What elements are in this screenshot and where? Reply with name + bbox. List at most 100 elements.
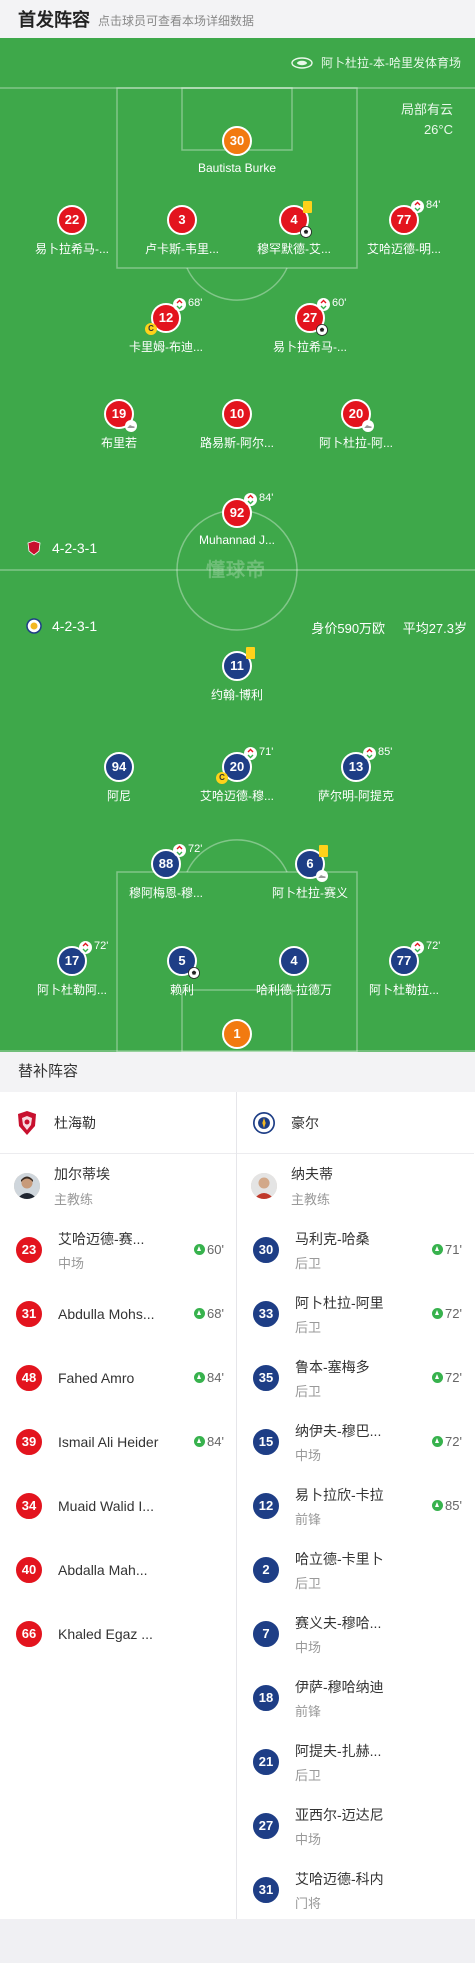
substitution-icon xyxy=(244,747,257,765)
jersey-number: 7 xyxy=(251,1619,281,1649)
sub-on-icon xyxy=(194,1436,206,1447)
sub-name: Abdulla Mohs... xyxy=(58,1306,155,1322)
away-sub-15[interactable]: 15 纳伊夫-穆巴... 中场 72' xyxy=(237,1410,474,1474)
home-player-22[interactable]: 22 易卜拉希马-... xyxy=(17,205,127,257)
jersey-number: 48 xyxy=(14,1363,44,1393)
away-crest-icon xyxy=(26,618,42,634)
home-sub-31[interactable]: 31 Abdulla Mohs... 68' xyxy=(0,1282,236,1346)
page-title: 首发阵容 xyxy=(18,10,90,30)
sub-position: 前锋 xyxy=(295,1511,322,1527)
goal-ball-icon xyxy=(300,225,312,238)
away-sub-27[interactable]: 27 亚西尔-迈达尼 中场 xyxy=(237,1794,474,1858)
away-player-88[interactable]: 88 72' 穆阿梅恩-穆... xyxy=(111,843,221,901)
jersey-number: 31 xyxy=(251,1875,281,1905)
home-sub-40[interactable]: 40 Abdalla Mah... xyxy=(0,1538,236,1602)
away-sub-31[interactable]: 31 艾哈迈德-科内 门将 xyxy=(237,1858,474,1922)
home-coach-role: 主教练 xyxy=(54,1192,94,1207)
home-player-12[interactable]: 12 C 68' 卡里姆-布迪... xyxy=(111,297,221,355)
sub-name: Ismail Ali Heider xyxy=(58,1434,159,1450)
away-sub-33[interactable]: 33 阿卜杜拉-阿里 后卫 72' xyxy=(237,1282,474,1346)
home-player-77[interactable]: 77 84' 艾哈迈德-明... xyxy=(349,199,459,257)
substitution-icon xyxy=(317,298,330,316)
jersey-number: 33 xyxy=(251,1299,281,1329)
sub-on-time: 71' xyxy=(432,1242,462,1257)
sub-off-time: 72' xyxy=(426,940,441,952)
home-player-92[interactable]: 92 84' Muhannad J... xyxy=(182,492,292,547)
away-team-row[interactable]: 豪尔 xyxy=(237,1092,474,1154)
sub-on-minute: 72' xyxy=(445,1306,462,1321)
player-disc-wrap: 1 xyxy=(222,1019,252,1049)
sub-name: 阿卜杜拉-阿里 xyxy=(295,1294,384,1311)
sub-position: 中场 xyxy=(58,1255,85,1271)
khor-crest-icon xyxy=(253,1111,275,1134)
away-player-5[interactable]: 5 赖利 xyxy=(127,946,237,998)
away-player-77[interactable]: 77 72' 阿卜杜勒拉... xyxy=(349,940,459,998)
away-player-4[interactable]: 4 哈利德-拉德万 xyxy=(239,946,349,998)
home-sub-23[interactable]: 23 艾哈迈德-赛... 中场 60' xyxy=(0,1218,236,1282)
jersey-number: 15 xyxy=(251,1427,281,1457)
away-player-11[interactable]: 11 约翰-博利 xyxy=(182,647,292,703)
away-formation-text: 4-2-3-1 xyxy=(52,618,98,634)
away-sub-12[interactable]: 12 易卜拉欣-卡拉 前锋 85' xyxy=(237,1474,474,1538)
home-player-10[interactable]: 10 路易斯-阿尔... xyxy=(182,399,292,451)
home-coach[interactable]: 加尔蒂埃 主教练 xyxy=(0,1154,236,1218)
home-player-3[interactable]: 3 卢卡斯-韦里... xyxy=(127,205,237,257)
player-disc-wrap: 4 xyxy=(279,946,309,976)
jersey-number: 34 xyxy=(14,1491,44,1521)
stadium-icon xyxy=(291,56,313,69)
home-player-19[interactable]: 19 布里若 xyxy=(64,399,174,451)
page-hint: 点击球员可查看本场详细数据 xyxy=(98,14,255,28)
away-sub-21[interactable]: 21 阿提夫-扎赫... 后卫 xyxy=(237,1730,474,1794)
yellow-card-icon xyxy=(246,647,255,659)
sub-name: 亚西尔-迈达尼 xyxy=(295,1806,384,1823)
away-sub-7[interactable]: 7 赛义夫-穆哈... 中场 xyxy=(237,1602,474,1666)
player-name: 哈利德-拉德万 xyxy=(256,983,332,997)
home-team-row[interactable]: 杜海勒 xyxy=(0,1092,236,1154)
sub-info: Fahed Amro xyxy=(58,1370,168,1386)
home-player-4[interactable]: 4 穆罕默德-艾... xyxy=(239,201,349,257)
venue-name: 阿卜杜拉-本-哈里发体育场 xyxy=(321,56,461,70)
sub-off-time: 85' xyxy=(378,746,393,758)
sub-on-icon xyxy=(432,1500,444,1511)
home-sub-39[interactable]: 39 Ismail Ali Heider 84' xyxy=(0,1410,236,1474)
sub-off-time: 71' xyxy=(259,746,274,758)
home-player-27[interactable]: 27 60' 易卜拉希马-... xyxy=(255,297,365,355)
away-player-1[interactable]: 1阿里-马哈茂德 xyxy=(182,1019,292,1052)
away-player-6[interactable]: 6 阿卜杜拉-赛义 xyxy=(255,845,365,901)
player-disc-wrap: 5 xyxy=(167,946,200,979)
home-sub-34[interactable]: 34 Muaid Walid I... xyxy=(0,1474,236,1538)
coach-avatar xyxy=(251,1173,277,1199)
away-player-20[interactable]: 20 C 71' 艾哈迈德-穆... xyxy=(182,746,292,804)
sub-on-minute: 71' xyxy=(445,1242,462,1257)
away-player-94[interactable]: 94 阿尼 xyxy=(64,752,174,804)
sub-off-time: 60' xyxy=(332,297,347,309)
away-player-13[interactable]: 13 85' 萨尔明-阿提克 xyxy=(301,746,411,804)
player-name: 卢卡斯-韦里... xyxy=(145,242,219,256)
sub-name: Abdalla Mah... xyxy=(58,1562,148,1578)
home-player-20[interactable]: 20 阿卜杜拉-阿... xyxy=(301,399,411,451)
home-player-30[interactable]: 30 Bautista Burke xyxy=(182,126,292,175)
away-sub-35[interactable]: 35 鲁本-塞梅多 后卫 72' xyxy=(237,1346,474,1410)
substitution-icon xyxy=(244,493,257,511)
sub-name: 赛义夫-穆哈... xyxy=(295,1614,382,1631)
away-coach-role: 主教练 xyxy=(291,1192,331,1207)
player-disc-wrap: 6 xyxy=(295,845,328,882)
away-sub-30[interactable]: 30 马利克-哈桑 后卫 71' xyxy=(237,1218,474,1282)
away-coach[interactable]: 纳夫蒂 主教练 xyxy=(237,1154,474,1218)
home-sub-48[interactable]: 48 Fahed Amro 84' xyxy=(0,1346,236,1410)
subs-panel: 杜海勒 加尔蒂埃 主教练 23 艾哈迈德-赛... 中场 60' 31 Abdulla M… xyxy=(0,1092,475,1919)
assist-shoe-icon xyxy=(125,419,137,437)
player-name: 阿卜杜勒拉... xyxy=(368,983,439,997)
jersey-number: 22 xyxy=(57,205,87,235)
player-name: 穆阿梅恩-穆... xyxy=(129,886,203,900)
away-sub-2[interactable]: 2 哈立德-卡里卜 后卫 xyxy=(237,1538,474,1602)
jersey-number: 30 xyxy=(251,1235,281,1265)
player-name: 阿卜杜拉-赛义 xyxy=(272,886,348,900)
jersey-number: 27 xyxy=(251,1811,281,1841)
away-player-17[interactable]: 17 72' 阿卜杜勒阿... xyxy=(17,940,127,998)
player-name: 布里若 xyxy=(100,436,137,450)
sub-position: 后卫 xyxy=(295,1319,322,1335)
away-sub-18[interactable]: 18 伊萨-穆哈纳迪 前锋 xyxy=(237,1666,474,1730)
jersey-number: 4 xyxy=(279,946,309,976)
home-sub-66[interactable]: 66 Khaled Egaz ... xyxy=(0,1602,236,1666)
